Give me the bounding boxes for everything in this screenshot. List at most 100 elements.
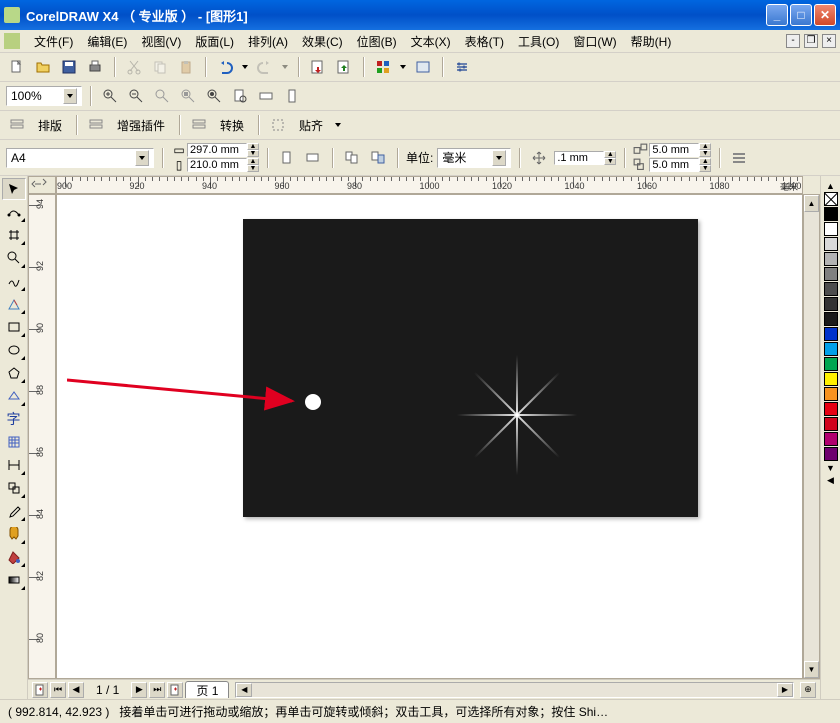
dimension-tool[interactable] bbox=[2, 454, 26, 476]
last-page-button[interactable]: ⏭ bbox=[149, 682, 165, 698]
zoom-width-button[interactable] bbox=[255, 85, 277, 107]
color-swatch[interactable] bbox=[824, 237, 838, 251]
page-width-input[interactable] bbox=[187, 143, 247, 157]
color-swatch[interactable] bbox=[824, 357, 838, 371]
new-button[interactable] bbox=[6, 56, 28, 78]
script-layout-button[interactable]: 排版 bbox=[32, 115, 68, 136]
color-swatch[interactable] bbox=[824, 207, 838, 221]
horizontal-ruler[interactable]: 900920940960980100010201040106010801100毫… bbox=[56, 176, 803, 194]
menu-file[interactable]: 文件(F) bbox=[28, 31, 79, 52]
portrait-button[interactable] bbox=[276, 147, 298, 169]
ruler-corner[interactable] bbox=[28, 176, 56, 194]
maximize-button[interactable]: □ bbox=[790, 4, 812, 26]
cut-button[interactable] bbox=[123, 56, 145, 78]
menu-window[interactable]: 窗口(W) bbox=[567, 31, 622, 52]
nav-corner-button[interactable]: ⊕ bbox=[800, 682, 816, 698]
menu-arrange[interactable]: 排列(A) bbox=[242, 31, 294, 52]
all-pages-button[interactable] bbox=[341, 147, 363, 169]
vertical-ruler[interactable]: 9492908886848280 bbox=[28, 194, 56, 679]
paper-size-combo[interactable]: A4 bbox=[6, 148, 154, 168]
zoom-page-button[interactable] bbox=[229, 85, 251, 107]
script-transform-button[interactable]: 转换 bbox=[214, 115, 250, 136]
minimize-button[interactable]: _ bbox=[766, 4, 788, 26]
horizontal-scrollbar[interactable]: ◀ ▶ bbox=[235, 682, 794, 698]
zoom-all-button[interactable] bbox=[203, 85, 225, 107]
color-swatch[interactable] bbox=[824, 372, 838, 386]
unit-combo[interactable]: 毫米 bbox=[437, 148, 511, 168]
basic-shapes-tool[interactable] bbox=[2, 385, 26, 407]
interactive-fill-tool[interactable] bbox=[2, 569, 26, 591]
menu-layout[interactable]: 版面(L) bbox=[189, 31, 240, 52]
zoom-height-button[interactable] bbox=[281, 85, 303, 107]
vertical-scrollbar[interactable]: ▲ ▼ bbox=[803, 194, 820, 679]
landscape-button[interactable] bbox=[302, 147, 324, 169]
zoom-tool[interactable] bbox=[2, 247, 26, 269]
mdi-restore-button[interactable]: ❐ bbox=[804, 34, 818, 48]
smart-fill-tool[interactable] bbox=[2, 293, 26, 315]
script-plugins-button[interactable]: 增强插件 bbox=[111, 115, 171, 136]
zoom-in-button[interactable] bbox=[99, 85, 121, 107]
text-tool[interactable]: 字 bbox=[2, 408, 26, 430]
zoom-combo[interactable]: 100% bbox=[6, 86, 82, 106]
copy-button[interactable] bbox=[149, 56, 171, 78]
print-button[interactable] bbox=[84, 56, 106, 78]
pick-tool[interactable] bbox=[2, 178, 26, 200]
menu-effects[interactable]: 效果(C) bbox=[296, 31, 349, 52]
palette-down-button[interactable]: ▼ bbox=[824, 462, 838, 474]
canvas[interactable] bbox=[56, 194, 803, 679]
color-swatch[interactable] bbox=[824, 447, 838, 461]
redo-button[interactable] bbox=[254, 56, 276, 78]
scroll-up-button[interactable]: ▲ bbox=[804, 195, 819, 212]
paste-button[interactable] bbox=[175, 56, 197, 78]
color-swatch[interactable] bbox=[824, 432, 838, 446]
menu-bitmaps[interactable]: 位图(B) bbox=[351, 31, 403, 52]
outline-tool[interactable] bbox=[2, 523, 26, 545]
shape-tool[interactable] bbox=[2, 201, 26, 223]
interactive-tool[interactable] bbox=[2, 477, 26, 499]
table-tool[interactable] bbox=[2, 431, 26, 453]
open-button[interactable] bbox=[32, 56, 54, 78]
dup-y-input[interactable] bbox=[649, 158, 699, 172]
menu-table[interactable]: 表格(T) bbox=[459, 31, 510, 52]
page-height-input[interactable] bbox=[187, 158, 247, 172]
current-page-button[interactable] bbox=[367, 147, 389, 169]
undo-button[interactable] bbox=[214, 56, 236, 78]
ellipse-tool[interactable] bbox=[2, 339, 26, 361]
color-swatch[interactable] bbox=[824, 252, 838, 266]
color-swatch[interactable] bbox=[824, 342, 838, 356]
color-swatch[interactable] bbox=[824, 312, 838, 326]
palette-flyout-button[interactable]: ◀ bbox=[824, 474, 838, 486]
swatch-none[interactable] bbox=[824, 192, 838, 206]
color-swatch[interactable] bbox=[824, 417, 838, 431]
app-launcher-button[interactable] bbox=[372, 56, 394, 78]
nudge-input[interactable] bbox=[554, 151, 604, 165]
undo-dropdown[interactable] bbox=[240, 56, 250, 78]
rectangle-tool[interactable] bbox=[2, 316, 26, 338]
dup-x-input[interactable] bbox=[649, 143, 699, 157]
menu-edit[interactable]: 编辑(E) bbox=[81, 31, 133, 52]
menu-tools[interactable]: 工具(O) bbox=[512, 31, 565, 52]
options2-button[interactable] bbox=[728, 147, 750, 169]
color-swatch[interactable] bbox=[824, 327, 838, 341]
export-button[interactable] bbox=[333, 56, 355, 78]
close-button[interactable]: ✕ bbox=[814, 4, 836, 26]
zoom-one-button[interactable] bbox=[151, 85, 173, 107]
palette-up-button[interactable]: ▲ bbox=[824, 180, 838, 192]
prev-page-button[interactable]: ◀ bbox=[68, 682, 84, 698]
app-dropdown[interactable] bbox=[398, 56, 408, 78]
freehand-tool[interactable] bbox=[2, 270, 26, 292]
add-page-after-button[interactable] bbox=[167, 682, 183, 698]
color-swatch[interactable] bbox=[824, 297, 838, 311]
next-page-button[interactable]: ▶ bbox=[131, 682, 147, 698]
redo-dropdown[interactable] bbox=[280, 56, 290, 78]
script-snap-button[interactable]: 贴齐 bbox=[293, 115, 329, 136]
mdi-minimize-button[interactable]: - bbox=[786, 34, 800, 48]
mdi-close-button[interactable]: × bbox=[822, 34, 836, 48]
import-button[interactable] bbox=[307, 56, 329, 78]
zoom-out-button[interactable] bbox=[125, 85, 147, 107]
polygon-tool[interactable] bbox=[2, 362, 26, 384]
menu-help[interactable]: 帮助(H) bbox=[625, 31, 678, 52]
scroll-right-button[interactable]: ▶ bbox=[777, 683, 793, 697]
color-swatch[interactable] bbox=[824, 387, 838, 401]
options-button[interactable] bbox=[451, 56, 473, 78]
